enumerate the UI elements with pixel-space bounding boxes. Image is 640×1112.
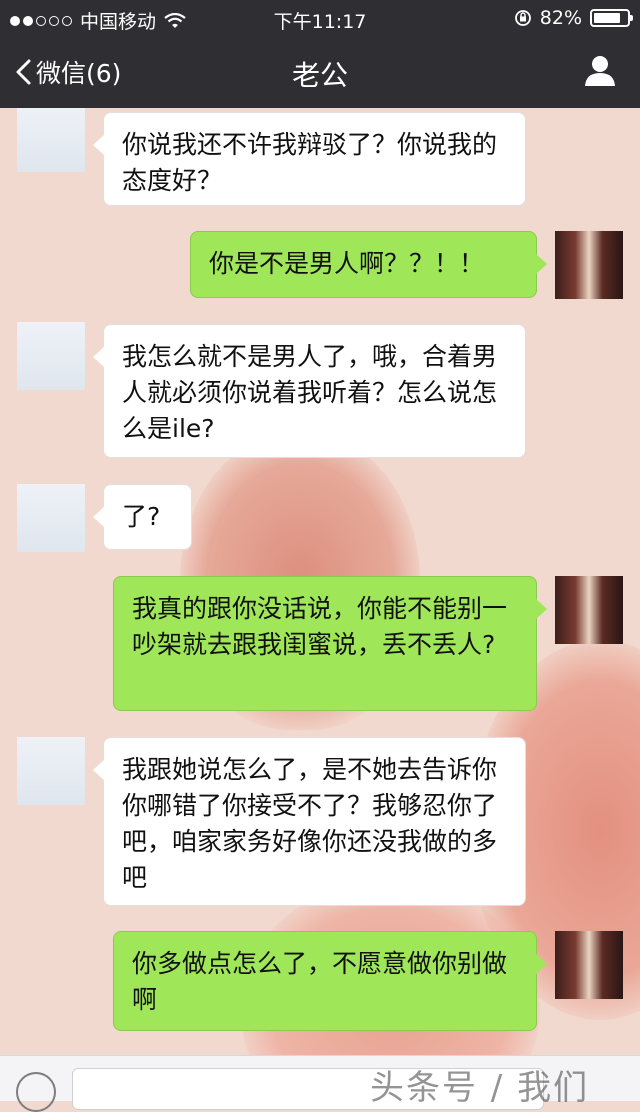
contact-avatar[interactable] bbox=[17, 737, 85, 805]
sent-message-bubble[interactable]: 你是不是男人啊？？！！ bbox=[190, 231, 547, 298]
contact-avatar[interactable] bbox=[17, 104, 85, 172]
battery-percentage: 82% bbox=[539, 7, 582, 29]
sent-message-bubble[interactable]: 我真的跟你没话说，你能不能别一吵架就去跟我闺蜜说，丢不丢人? bbox=[113, 576, 547, 711]
battery-icon bbox=[590, 9, 633, 27]
received-message-bubble[interactable]: 我怎么就不是男人了，哦，合着男人就必须你说着我听着？怎么说怎么是ile? bbox=[93, 324, 526, 458]
orientation-lock-icon bbox=[514, 10, 531, 26]
navigation-bar: 微信(6) 老公 bbox=[0, 38, 640, 108]
received-message-bubble[interactable]: 了? bbox=[93, 484, 192, 550]
my-avatar[interactable] bbox=[555, 231, 623, 299]
received-message-bubble[interactable]: 我跟她说怎么了，是不她去告诉你你哪错了你接受不了？我够忍你了吧，咱家家务好像你还… bbox=[93, 737, 526, 906]
top-bar: 中国移动 下午11:17 82% 微信(6) 老公 bbox=[0, 0, 640, 108]
voice-input-button[interactable] bbox=[16, 1072, 56, 1112]
chat-title: 老公 bbox=[291, 59, 348, 92]
profile-icon[interactable] bbox=[582, 53, 618, 89]
status-bar: 中国移动 下午11:17 82% bbox=[0, 0, 640, 36]
contact-avatar[interactable] bbox=[17, 484, 85, 552]
watermark: 头条号 / 我们 bbox=[370, 1068, 590, 1108]
received-message-bubble[interactable]: 你说我还不许我辩驳了？你说我的态度好？ bbox=[93, 112, 526, 206]
contact-avatar[interactable] bbox=[17, 322, 85, 390]
my-avatar[interactable] bbox=[555, 576, 623, 644]
sent-message-bubble[interactable]: 你多做点怎么了，不愿意做你别做啊 bbox=[113, 931, 547, 1031]
my-avatar[interactable] bbox=[555, 931, 623, 999]
